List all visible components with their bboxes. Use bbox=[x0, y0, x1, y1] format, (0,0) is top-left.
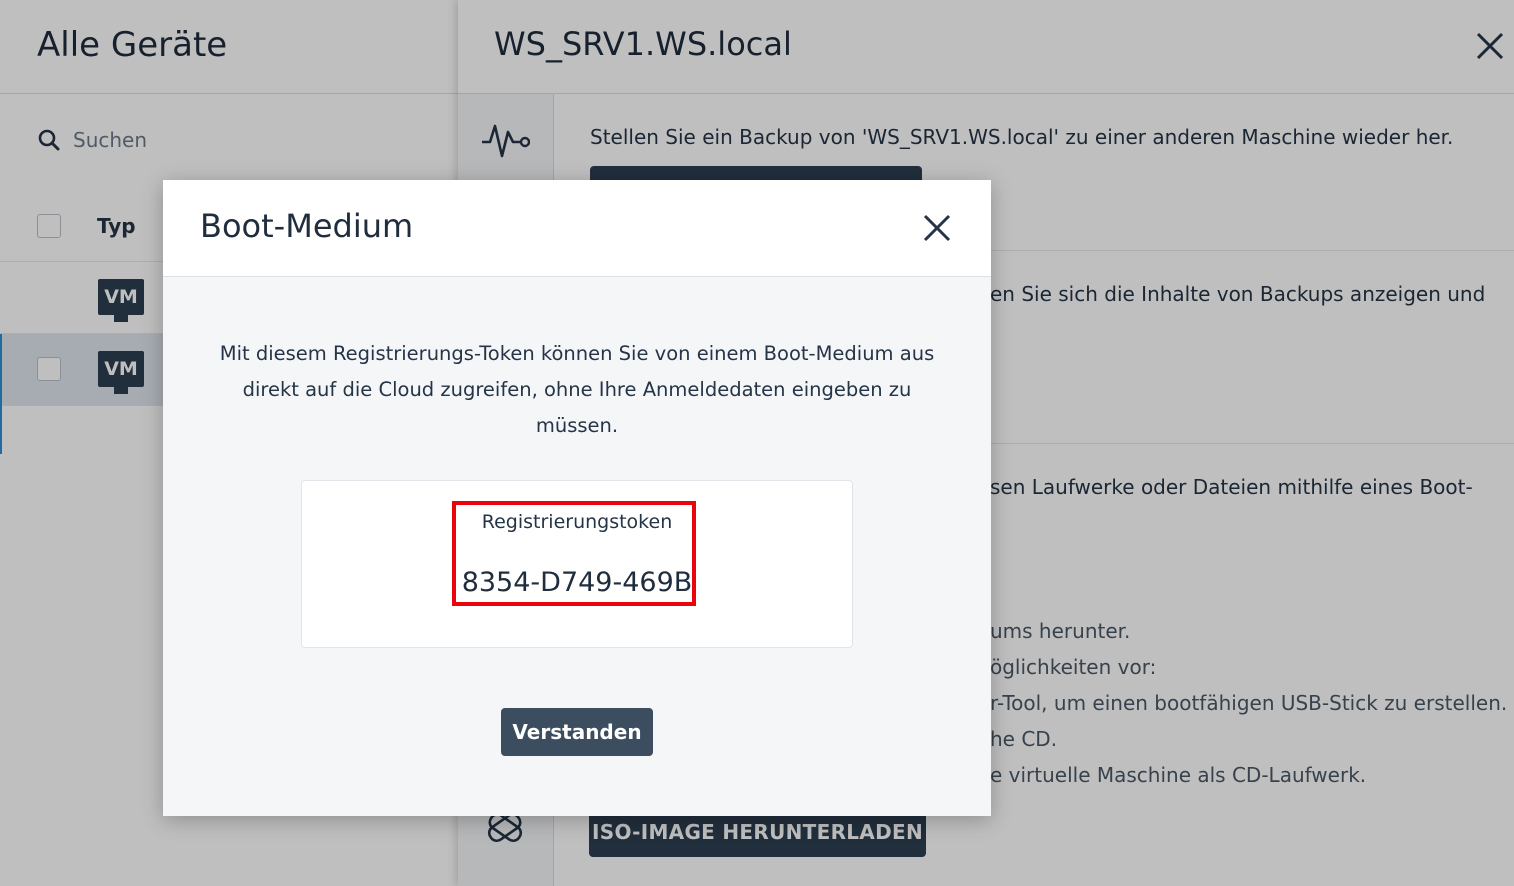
close-icon[interactable] bbox=[921, 212, 953, 244]
token-card: Registrierungstoken 8354-D749-469B bbox=[301, 480, 853, 648]
token-label: Registrierungstoken bbox=[481, 511, 673, 533]
registration-token: 8354-D749-469B bbox=[461, 567, 693, 598]
dialog-header: Boot-Medium bbox=[163, 180, 991, 277]
ok-button[interactable]: Verstanden bbox=[501, 708, 653, 756]
boot-media-dialog: Boot-Medium Mit diesem Registrierungs-To… bbox=[163, 180, 991, 816]
dialog-title: Boot-Medium bbox=[200, 207, 414, 245]
dialog-description: Mit diesem Registrierungs-Token können S… bbox=[219, 342, 935, 437]
